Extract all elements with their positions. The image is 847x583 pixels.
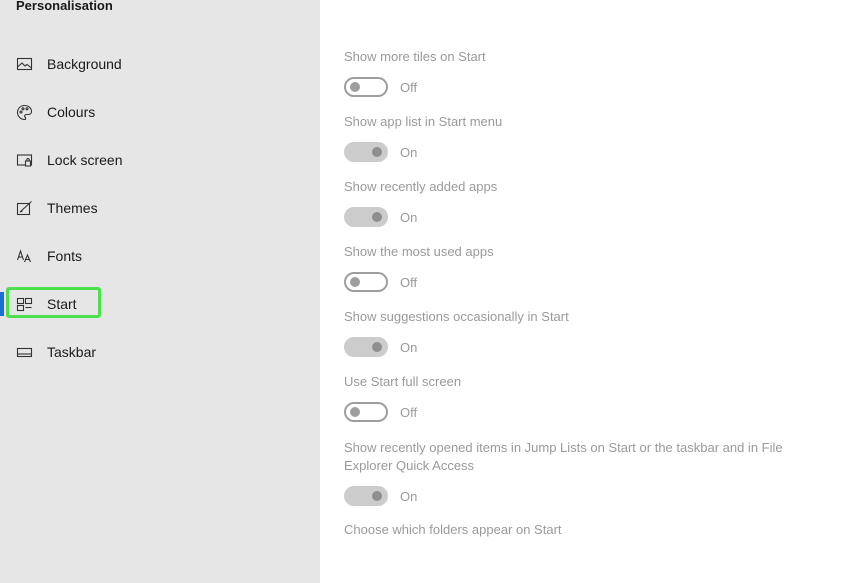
toggle-switch[interactable]: [344, 207, 388, 227]
toggle-switch[interactable]: [344, 142, 388, 162]
taskbar-icon: [15, 343, 33, 361]
toggle-switch[interactable]: [344, 337, 388, 357]
sidebar-item-colours[interactable]: Colours: [0, 92, 320, 132]
setting-label: Show suggestions occasionally in Start: [344, 309, 569, 324]
setting-most-used: Show the most used apps Off: [344, 243, 814, 292]
setting-label: Use Start full screen: [344, 374, 462, 389]
setting-full-screen: Use Start full screen Off: [344, 373, 814, 422]
lock-screen-icon: [15, 151, 33, 169]
setting-label: Show app list in Start menu: [344, 114, 503, 129]
toggle-state: Off: [400, 79, 418, 95]
toggle-state: On: [400, 339, 418, 355]
sidebar-item-themes[interactable]: Themes: [0, 188, 320, 228]
toggle-knob: [350, 277, 360, 287]
setting-label: Show more tiles on Start: [344, 49, 486, 64]
sidebar-item-taskbar[interactable]: Taskbar: [0, 332, 320, 372]
sidebar-item-fonts[interactable]: Fonts: [0, 236, 320, 276]
sidebar-item-lock-screen[interactable]: Lock screen: [0, 140, 320, 180]
start-icon: [15, 295, 33, 313]
palette-icon: [15, 103, 33, 121]
themes-icon: [15, 199, 33, 217]
settings-panel: Show more tiles on Start Off Show app li…: [320, 0, 847, 583]
setting-more-tiles: Show more tiles on Start Off: [344, 48, 814, 97]
toggle-state: On: [400, 209, 418, 225]
sidebar-item-background[interactable]: Background: [0, 44, 320, 84]
toggle-knob: [372, 147, 382, 157]
setting-jump-lists: Show recently opened items in Jump Lists…: [344, 439, 804, 506]
setting-suggestions: Show suggestions occasionally in Start O…: [344, 308, 814, 357]
toggle-switch[interactable]: [344, 402, 388, 422]
sidebar-item-label: Fonts: [47, 248, 83, 264]
setting-recently-added: Show recently added apps On: [344, 178, 814, 227]
sidebar-title: Personalisation: [16, 0, 113, 13]
sidebar-item-label: Themes: [47, 200, 98, 216]
setting-label: Show the most used apps: [344, 244, 494, 259]
toggle-knob: [372, 212, 382, 222]
toggle-state: Off: [400, 404, 418, 420]
sidebar-item-label: Taskbar: [47, 344, 97, 360]
setting-label: Show recently opened items in Jump Lists…: [344, 440, 783, 473]
fonts-icon: [15, 247, 33, 265]
toggle-knob: [372, 491, 382, 501]
sidebar-item-start[interactable]: Start: [0, 284, 320, 324]
toggle-state: On: [400, 488, 418, 504]
setting-app-list: Show app list in Start menu On: [344, 113, 814, 162]
setting-label: Show recently added apps: [344, 179, 498, 194]
image-icon: [15, 55, 33, 73]
selection-indicator: [0, 292, 4, 316]
toggle-knob: [350, 82, 360, 92]
toggle-state: On: [400, 144, 418, 160]
toggle-knob: [372, 342, 382, 352]
toggle-switch[interactable]: [344, 77, 388, 97]
sidebar-item-label: Background: [47, 56, 122, 72]
sidebar-item-label: Start: [47, 296, 77, 312]
toggle-switch[interactable]: [344, 486, 388, 506]
choose-folders-link[interactable]: Choose which folders appear on Start: [344, 522, 562, 537]
toggle-switch[interactable]: [344, 272, 388, 292]
toggle-state: Off: [400, 274, 418, 290]
sidebar: Personalisation Background Colours Lock …: [0, 0, 320, 583]
sidebar-item-label: Colours: [47, 104, 96, 120]
toggle-knob: [350, 407, 360, 417]
sidebar-item-label: Lock screen: [47, 152, 123, 168]
